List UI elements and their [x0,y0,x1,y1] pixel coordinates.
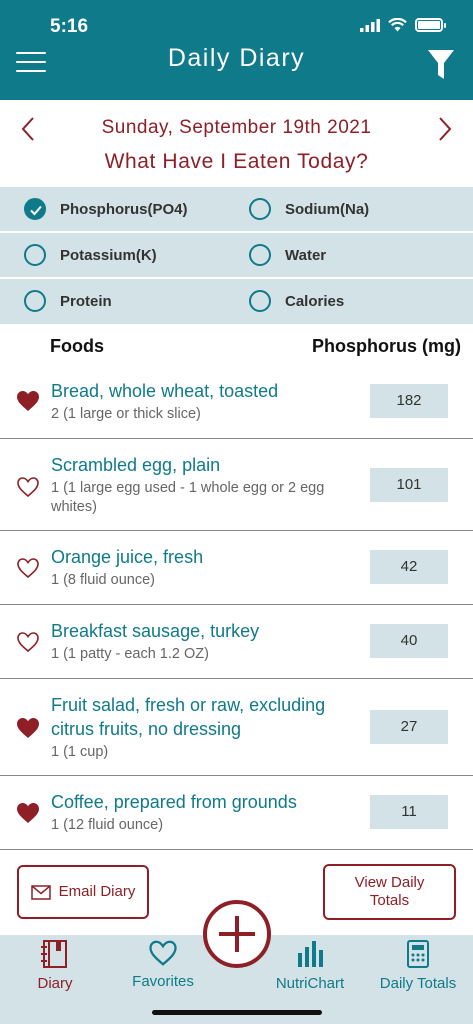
list-item[interactable]: Coffee, prepared from grounds 1 (12 flui… [0,776,473,850]
list-item[interactable]: Fruit salad, fresh or raw, excluding cit… [0,679,473,776]
calculator-icon [407,940,429,968]
app-header: 5:16 Daily Diary [0,0,473,100]
filter-button[interactable] [427,48,455,80]
option-phosphorus[interactable]: Phosphorus(PO4) [24,187,188,231]
food-list: Bread, whole wheat, toasted 2 (1 large o… [0,365,473,850]
nutrient-value: 11 [370,795,448,829]
list-item[interactable]: Scrambled egg, plain 1 (1 large egg used… [0,439,473,531]
radio-checked-icon [24,198,46,220]
page-title: Daily Diary [167,44,306,72]
next-day-button[interactable] [431,114,457,144]
nutrient-value: 42 [370,550,448,584]
list-header: Foods Phosphorus (mg) [0,336,473,360]
add-food-button[interactable] [203,900,271,968]
section-heading: What Have I Eaten Today? [104,150,369,173]
radio-icon [249,290,271,312]
nutrient-selector: Phosphorus(PO4) Sodium(Na) Potassium(K) … [0,187,473,324]
radio-icon [24,290,46,312]
tab-daily-totals[interactable]: Daily Totals [363,939,473,992]
option-label: Protein [60,292,112,310]
status-time: 5:16 [50,16,89,37]
radio-icon [24,244,46,266]
nutrient-value: 40 [370,624,448,658]
list-item[interactable]: Breakfast sausage, turkey 1 (1 patty - e… [0,605,473,679]
food-quantity: 1 (12 fluid ounce) [51,817,164,833]
list-item[interactable]: Orange juice, fresh 1 (8 fluid ounce) 42 [0,531,473,605]
option-label: Sodium(Na) [285,200,370,218]
home-indicator [152,1010,322,1015]
tab-label: Diary [37,975,73,992]
food-name: Breakfast sausage, turkey [51,621,260,641]
option-label: Phosphorus(PO4) [60,200,188,218]
nutrient-value: 27 [370,710,448,744]
funnel-icon [428,50,454,79]
bar-chart-icon [298,941,323,967]
option-potassium[interactable]: Potassium(K) [24,233,157,277]
option-label: Water [285,246,327,264]
nutrient-value: 182 [370,384,448,418]
foods-column-header: Foods [50,336,104,356]
option-calories[interactable]: Calories [249,279,344,323]
option-label: Potassium(K) [60,246,157,264]
wifi-icon [388,18,407,32]
heart-outline-icon[interactable] [16,476,40,498]
status-icons [360,18,446,32]
nutrient-row: Potassium(K) Water [0,233,473,277]
food-quantity: 1 (8 fluid ounce) [51,572,155,588]
heart-filled-icon[interactable] [16,802,40,824]
food-name: Bread, whole wheat, toasted [51,381,279,401]
food-name: Coffee, prepared from grounds [51,792,297,812]
nutrient-row: Phosphorus(PO4) Sodium(Na) [0,187,473,231]
battery-icon [415,18,446,32]
food-quantity: 2 (1 large or thick slice) [51,406,201,422]
list-item[interactable]: Bread, whole wheat, toasted 2 (1 large o… [0,365,473,439]
radio-icon [249,198,271,220]
option-water[interactable]: Water [249,233,326,277]
value-column-header: Phosphorus (mg) [312,336,461,356]
radio-icon [249,244,271,266]
heart-outline-icon[interactable] [16,631,40,653]
tab-label: Daily Totals [379,975,457,992]
food-quantity: 1 (1 cup) [51,744,109,760]
option-label: Calories [285,292,345,310]
food-quantity: 1 (1 large egg used - 1 whole egg or 2 e… [51,480,325,515]
tab-label: NutriChart [275,975,345,992]
tab-diary[interactable]: Diary [0,939,110,992]
heart-filled-icon[interactable] [16,717,40,739]
nutrient-value: 101 [370,468,448,502]
signal-icon [360,18,380,32]
heart-outline-icon[interactable] [16,557,40,579]
nutrient-row: Protein Calories [0,279,473,324]
envelope-icon [30,884,51,900]
chevron-right-icon [439,117,452,141]
food-name: Fruit salad, fresh or raw, excluding cit… [51,695,326,739]
heart-filled-icon[interactable] [16,390,40,412]
option-sodium[interactable]: Sodium(Na) [249,187,369,231]
option-protein[interactable]: Protein [24,279,112,323]
email-diary-label: Email Diary [58,883,136,900]
food-quantity: 1 (1 patty - each 1.2 OZ) [51,646,209,662]
tab-label: Favorites [132,973,194,990]
food-name: Scrambled egg, plain [51,455,221,475]
view-daily-totals-label: View Daily Totals [354,874,425,909]
email-diary-button[interactable]: Email Diary [17,865,149,919]
heart-icon [149,940,177,966]
date-navigator: Sunday, September 19th 2021 [0,114,473,144]
view-daily-totals-button[interactable]: View Daily Totals [323,864,456,920]
tab-favorites[interactable]: Favorites [108,939,218,990]
current-date: Sunday, September 19th 2021 [101,117,372,138]
diary-book-icon [41,940,67,968]
food-name: Orange juice, fresh [51,547,204,567]
tab-nutrichart[interactable]: NutriChart [255,939,365,992]
